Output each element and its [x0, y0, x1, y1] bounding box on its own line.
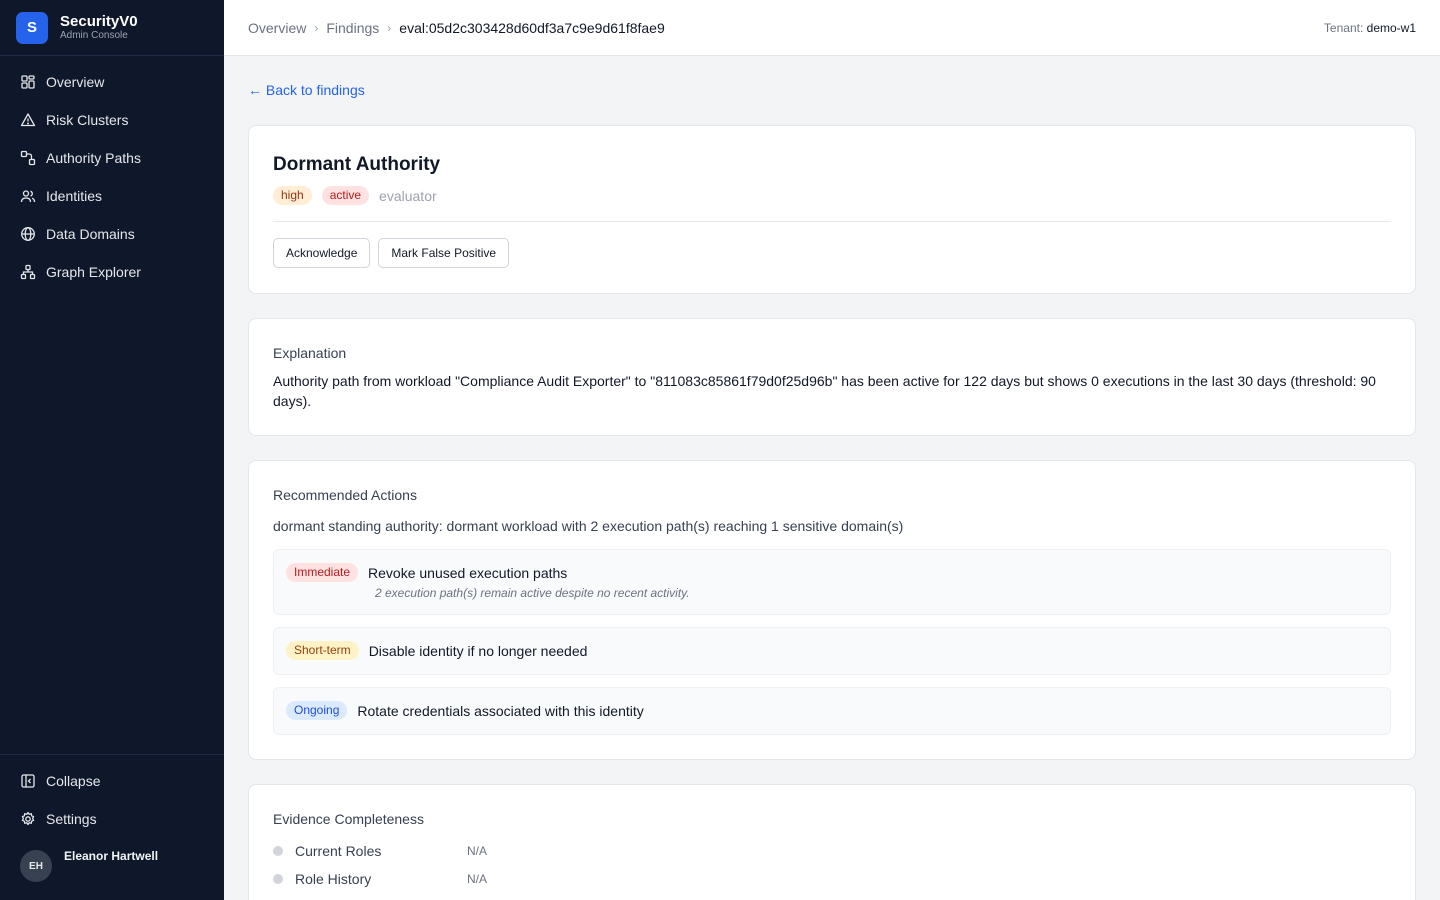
status-dot-icon — [273, 874, 283, 884]
recommendation-title: Rotate credentials associated with this … — [357, 702, 644, 719]
sidebar-item-graph-explorer[interactable]: Graph Explorer — [0, 253, 224, 291]
sidebar: S SecurityV0 Admin Console Overview Risk… — [0, 0, 224, 900]
evidence-list: Current Roles N/A Role History N/A — [273, 837, 1391, 893]
brand-name: SecurityV0 — [60, 12, 138, 30]
tenant-value: demo-w1 — [1366, 20, 1416, 35]
sidebar-bottom: Collapse Settings EH Eleanor Hartwell — [0, 754, 224, 900]
sidebar-item-overview[interactable]: Overview — [0, 63, 224, 101]
evidence-label: Role History — [295, 871, 372, 887]
sidebar-item-data-domains[interactable]: Data Domains — [0, 215, 224, 253]
settings-label: Settings — [46, 811, 97, 827]
breadcrumb-current: eval:05d2c303428d60df3a7c9e9d61f8fae9 — [399, 19, 665, 36]
finding-header-card: Dormant Authority high active evaluator … — [248, 125, 1416, 294]
mark-false-positive-button[interactable]: Mark False Positive — [378, 238, 510, 268]
recommendation-summary: dormant standing authority: dormant work… — [273, 518, 904, 534]
user-profile[interactable]: EH Eleanor Hartwell — [0, 838, 224, 900]
user-name: Eleanor Hartwell — [64, 849, 159, 863]
explanation-text: Authority path from workload "Compliance… — [273, 373, 1376, 409]
main-content: ← Back to findings Dormant Authority hig… — [224, 56, 1440, 900]
topbar: Overview › Findings › eval:05d2c303428d6… — [224, 0, 1440, 56]
page-title: Dormant Authority — [273, 154, 441, 175]
recommended-actions-card: Recommended Actions dormant standing aut… — [248, 460, 1416, 760]
source-label: evaluator — [379, 187, 437, 204]
sidebar-item-risk-clusters[interactable]: Risk Clusters — [0, 101, 224, 139]
priority-badge: Short-term — [286, 641, 359, 660]
list-item: Ongoing Rotate credentials associated wi… — [273, 687, 1391, 735]
acknowledge-button[interactable]: Acknowledge — [273, 238, 371, 268]
divider — [273, 221, 1391, 222]
evidence-heading: Evidence Completeness — [273, 811, 424, 827]
evidence-value: N/A — [467, 844, 488, 858]
priority-badge: Immediate — [286, 563, 359, 582]
collapse-label: Collapse — [46, 773, 101, 789]
breadcrumb-overview[interactable]: Overview — [248, 20, 306, 36]
recommendation-title: Revoke unused execution paths — [368, 564, 568, 581]
brand-subtitle: Admin Console — [60, 29, 128, 41]
breadcrumb: Overview › Findings › eval:05d2c303428d6… — [248, 20, 665, 36]
explanation-heading: Explanation — [273, 345, 347, 361]
recommendation-title: Disable identity if no longer needed — [368, 642, 588, 659]
list-item: Immediate Revoke unused execution paths … — [273, 549, 1391, 615]
list-item: Role History N/A — [273, 865, 1391, 893]
finding-badges: high active evaluator — [273, 186, 1391, 205]
sidebar-item-label: Graph Explorer — [46, 264, 141, 280]
sidebar-item-authority-paths[interactable]: Authority Paths — [0, 139, 224, 177]
sidebar-item-label: Data Domains — [46, 226, 135, 242]
users-icon — [20, 190, 36, 203]
back-to-findings-link[interactable]: ← Back to findings — [248, 82, 365, 98]
chevron-right-icon: › — [314, 20, 319, 35]
collapse-button[interactable]: Collapse — [0, 762, 224, 800]
list-item: Current Roles N/A — [273, 837, 1391, 865]
severity-badge: high — [273, 186, 312, 205]
grid-icon — [21, 75, 35, 89]
sidebar-item-label: Overview — [46, 74, 105, 90]
list-item: Short-term Disable identity if no longer… — [273, 627, 1391, 675]
evidence-completeness-card: Evidence Completeness Current Roles N/A … — [248, 784, 1416, 900]
sidebar-item-label: Identities — [46, 188, 103, 204]
tenant-label: Tenant: — [1323, 20, 1364, 35]
gear-icon — [21, 811, 35, 826]
evidence-value: N/A — [467, 872, 488, 886]
brand-logo: S — [16, 11, 48, 44]
explanation-card: Explanation Authority path from workload… — [248, 318, 1416, 436]
breadcrumb-findings[interactable]: Findings — [326, 20, 379, 36]
brand[interactable]: S SecurityV0 Admin Console — [0, 0, 224, 56]
sidebar-item-label: Risk Clusters — [46, 112, 129, 128]
tenant-indicator: Tenant: demo-w1 — [1324, 21, 1416, 35]
route-icon — [20, 150, 36, 166]
priority-badge: Ongoing — [286, 701, 348, 720]
evidence-label: Current Roles — [295, 843, 382, 859]
graph-nodes-icon — [20, 264, 36, 280]
sidebar-item-label: Authority Paths — [46, 150, 141, 166]
recommendation-description: 2 execution path(s) remain active despit… — [375, 586, 690, 600]
warning-triangle-icon — [20, 113, 36, 127]
sidebar-collapse-icon — [21, 774, 35, 788]
avatar: EH — [20, 850, 52, 882]
sidebar-nav: Overview Risk Clusters Authority Paths I… — [0, 56, 224, 291]
status-badge: active — [321, 186, 370, 205]
settings-button[interactable]: Settings — [0, 800, 224, 838]
status-dot-icon — [273, 846, 283, 856]
finding-actions: Acknowledge Mark False Positive — [273, 238, 1391, 268]
globe-icon — [21, 227, 35, 241]
chevron-right-icon: › — [387, 20, 392, 35]
recommended-actions-heading: Recommended Actions — [273, 487, 417, 503]
sidebar-item-identities[interactable]: Identities — [0, 177, 224, 215]
